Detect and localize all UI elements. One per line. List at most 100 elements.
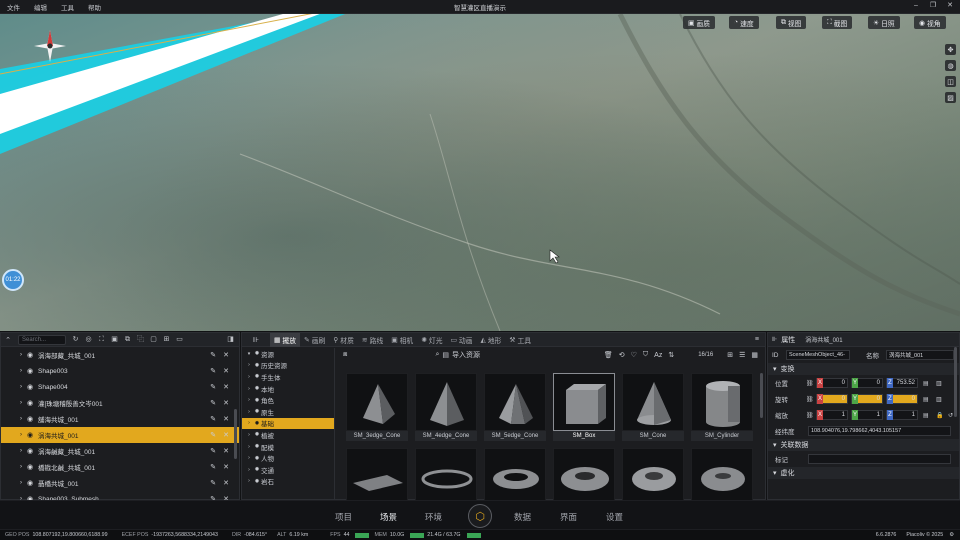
chevron-right-icon[interactable]: › [17, 464, 25, 470]
tree-item[interactable]: › ◉ 涡海鹹藏_共城_001 ✎ ✕ [1, 443, 239, 459]
chevron-right-icon[interactable]: › [17, 384, 25, 390]
transform-section[interactable]: ▾ 变换 [768, 363, 959, 375]
chevron-right-icon[interactable]: ▾ [245, 351, 253, 357]
scale-y-field[interactable]: Y1 [851, 410, 883, 420]
nav-data[interactable]: 数据 [514, 511, 531, 523]
asset-tile[interactable] [415, 448, 477, 500]
tree-item[interactable]: › ◉ 涡海部藏_共城_001 ✎ ✕ [1, 347, 239, 363]
nav-project[interactable]: 项目 [335, 511, 352, 523]
properties-scrollbar[interactable] [954, 347, 957, 417]
tab-4[interactable]: ▣ 相机 [387, 333, 417, 347]
move-icon[interactable]: ✥ [945, 44, 956, 55]
edit-icon[interactable]: ✎ [210, 479, 216, 487]
eye-icon[interactable]: ◉ [25, 431, 35, 439]
edit-icon[interactable]: ✎ [210, 367, 216, 375]
eye-icon[interactable]: ◉ [25, 415, 35, 423]
globe-icon[interactable]: ◍ [945, 60, 956, 71]
asset-tile[interactable] [622, 448, 684, 500]
chevron-right-icon[interactable]: › [245, 467, 253, 473]
rotation-z-field[interactable]: Z0 [886, 394, 918, 404]
tree-item[interactable]: › ◉ 灌[珠塘稽殷善文岑001 ✎ ✕ [1, 395, 239, 411]
chevron-right-icon[interactable]: › [17, 416, 25, 422]
tree-item[interactable]: › ◉ Shape003 ✎ ✕ [1, 363, 239, 379]
position-x-field[interactable]: X0 [816, 378, 848, 388]
tree-item[interactable]: › ◉ 橋戡北鹹_共城_001 ✎ ✕ [1, 459, 239, 475]
refresh-icon[interactable]: ↻ [71, 335, 80, 344]
filter-icon[interactable]: ⛉ [643, 351, 648, 359]
chevron-right-icon[interactable]: › [17, 448, 25, 454]
delete-icon[interactable]: ✕ [223, 431, 229, 439]
category-item[interactable]: › ✹ 配模 [242, 441, 334, 453]
chevron-right-icon[interactable]: › [17, 432, 25, 438]
app-logo-button[interactable]: ⬡ [468, 504, 492, 528]
speed-button[interactable]: ◔ 速度 [729, 16, 759, 29]
eye-icon[interactable]: ◉ [25, 463, 35, 471]
position-y-field[interactable]: Y0 [851, 378, 883, 388]
import-button[interactable]: 导入资源 [452, 350, 480, 360]
delete-icon[interactable]: 🗑 [604, 351, 613, 359]
reset-icon[interactable]: ↺ [948, 412, 953, 419]
link-icon[interactable]: ⛓ [806, 412, 814, 419]
edit-icon[interactable]: ✎ [210, 463, 216, 471]
link-icon[interactable]: ⛓ [806, 380, 814, 387]
edit-icon[interactable]: ✎ [210, 383, 216, 391]
chevron-right-icon[interactable]: › [245, 455, 253, 461]
favorite-icon[interactable]: ♡ [631, 351, 637, 359]
folder-icon[interactable]: ▭ [175, 335, 184, 344]
settings-icon[interactable]: ⚙ [949, 532, 954, 538]
menu-help[interactable]: 帮助 [81, 2, 108, 12]
tag-field[interactable] [808, 454, 951, 464]
view-button[interactable]: ⧉ 视图 [776, 16, 807, 29]
frame-icon[interactable]: ⛶ [97, 335, 106, 344]
delete-icon[interactable]: ✕ [223, 367, 229, 375]
eye-icon[interactable]: ◉ [25, 447, 35, 455]
delete-icon[interactable]: ✕ [223, 399, 229, 407]
name-field[interactable]: 涡海共城_001 [886, 350, 954, 360]
delete-icon[interactable]: ✕ [223, 351, 229, 359]
delete-icon[interactable]: ✕ [223, 463, 229, 471]
list-view-icon[interactable]: ☰ [739, 351, 745, 359]
tree-item[interactable]: › ◉ 舖海共城_001 ✎ ✕ [1, 411, 239, 427]
tab-0[interactable]: ▦ 擺放 [270, 332, 301, 347]
3d-viewport[interactable]: ▣ 画质 ◔ 速度 ⧉ 视图 ⛶ 截图 ☀ 日照 ◉ 视角 ✥ ◍ ◫ ▨ 01:22 [0, 14, 960, 331]
minimize-icon[interactable]: – [912, 2, 920, 10]
category-item[interactable]: › ✹ 植被 [242, 429, 334, 441]
box-icon[interactable]: ▢ [149, 335, 158, 344]
tab-1[interactable]: ✎ 画刷 [300, 333, 329, 347]
tab-3[interactable]: ≋ 路线 [358, 333, 387, 347]
chevron-right-icon[interactable]: › [245, 362, 253, 368]
nav-settings[interactable]: 设置 [606, 511, 623, 523]
panel-toggle-icon[interactable]: ◨ [226, 335, 235, 344]
chevron-right-icon[interactable]: › [245, 444, 253, 450]
tree-icon[interactable]: ⧈ [343, 351, 347, 359]
image-tool-icon[interactable]: ▨ [945, 92, 956, 103]
edit-icon[interactable]: ✎ [210, 415, 216, 423]
grid-icon[interactable]: ⊞ [162, 335, 171, 344]
tab-2[interactable]: ⚲ 材质 [329, 333, 358, 347]
rotation-x-field[interactable]: X0 [816, 394, 848, 404]
latlon-field[interactable]: 108.904076,19.798662,4043.105157 [808, 426, 951, 436]
chevron-right-icon[interactable]: › [245, 409, 253, 415]
menu-file[interactable]: 文件 [0, 2, 27, 12]
chevron-right-icon[interactable]: › [245, 374, 253, 380]
target-icon[interactable]: ◎ [84, 335, 93, 344]
sidebar-toggle-icon[interactable]: ⊪ [242, 336, 270, 344]
id-field[interactable]: SceneMeshObject_46- [786, 350, 850, 360]
asset-tile[interactable] [484, 448, 546, 500]
grid-view-icon[interactable]: ⊞ [727, 351, 733, 359]
category-item[interactable]: › ✹ 交通 [242, 464, 334, 476]
eye-icon[interactable]: ◉ [25, 367, 35, 375]
paste-icon[interactable]: ▥ [936, 396, 942, 403]
collapse-icon[interactable]: ⌃ [1, 336, 15, 344]
timer-badge[interactable]: 01:22 [2, 269, 24, 291]
delete-icon[interactable]: ✕ [223, 415, 229, 423]
virtual-section[interactable]: ▾ 虚化 [768, 467, 959, 479]
camera-icon[interactable]: ▣ [110, 335, 119, 344]
delete-icon[interactable]: ✕ [223, 447, 229, 455]
linked-data-section[interactable]: ▾ 关联数据 [768, 439, 959, 451]
chevron-right-icon[interactable]: › [245, 397, 253, 403]
restore-icon[interactable]: ❐ [929, 2, 937, 10]
chevron-right-icon[interactable]: › [245, 420, 253, 426]
delete-icon[interactable]: ✕ [223, 479, 229, 487]
tree-item[interactable]: › ◉ Shape004 ✎ ✕ [1, 379, 239, 395]
